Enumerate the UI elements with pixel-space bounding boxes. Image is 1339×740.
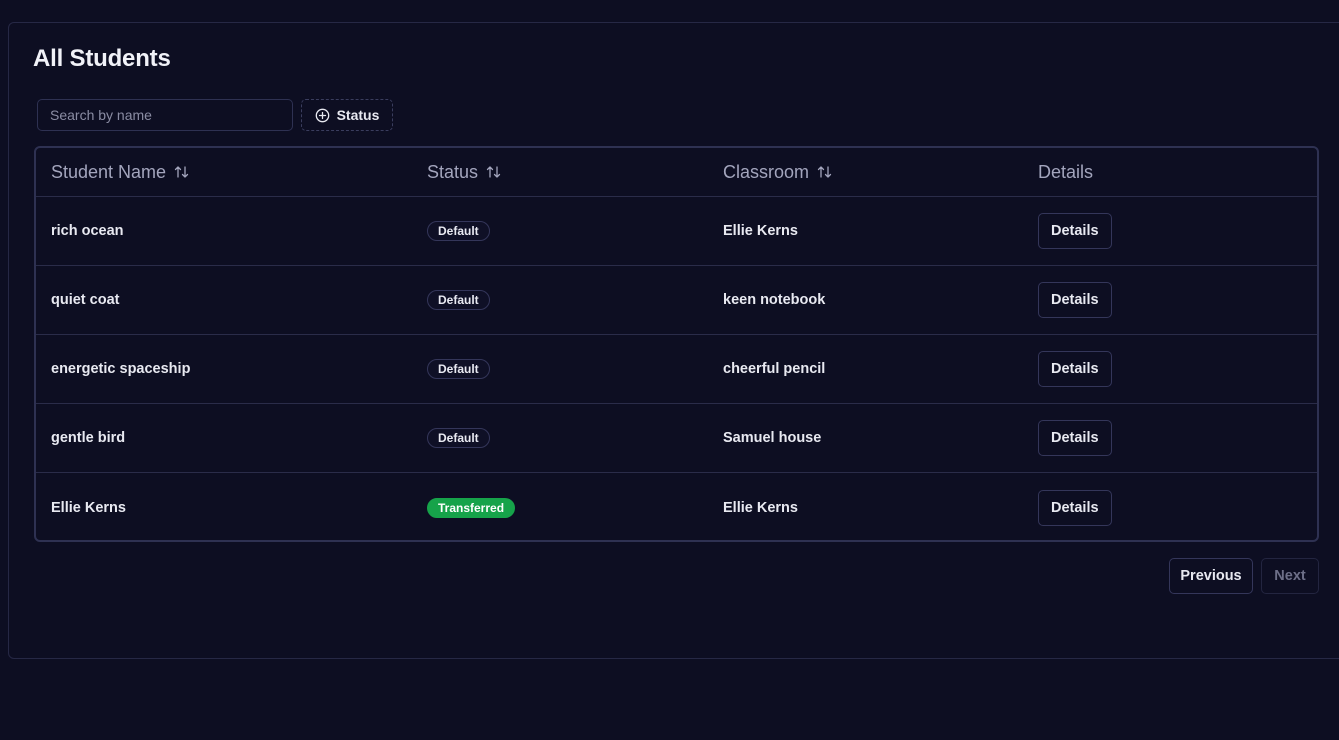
page-title: All Students: [33, 45, 171, 72]
details-cell: Details: [1038, 473, 1112, 540]
student-name-cell: rich ocean: [51, 223, 124, 239]
students-table: Student Name Status Classroom Details ri…: [34, 146, 1319, 542]
classroom-cell: Ellie Kerns: [723, 223, 798, 239]
status-cell: Default: [427, 266, 490, 334]
student-name-cell: gentle bird: [51, 430, 126, 446]
details-button[interactable]: Details: [1038, 351, 1112, 387]
status-badge: Default: [427, 359, 490, 379]
status-badge: Default: [427, 290, 490, 310]
column-header-student-name[interactable]: Student Name: [51, 148, 189, 196]
details-button[interactable]: Details: [1038, 213, 1112, 249]
table-header: Student Name Status Classroom Details: [36, 148, 1317, 197]
column-header-status[interactable]: Status: [427, 148, 501, 196]
next-button[interactable]: Next: [1261, 558, 1319, 594]
status-cell: Default: [427, 197, 490, 265]
details-cell: Details: [1038, 197, 1112, 265]
details-button[interactable]: Details: [1038, 282, 1112, 318]
status-cell: Default: [427, 404, 490, 472]
status-cell: Transferred: [427, 473, 516, 540]
details-button[interactable]: Details: [1038, 489, 1112, 526]
details-cell: Details: [1038, 335, 1112, 403]
table-row: Ellie Kerns Transferred Ellie Kerns Deta…: [36, 473, 1317, 540]
previous-button[interactable]: Previous: [1169, 558, 1253, 594]
table-row: quiet coat Default keen notebook Details: [36, 266, 1317, 335]
classroom-cell: cheerful pencil: [723, 361, 826, 377]
student-name-cell: quiet coat: [51, 292, 120, 308]
status-badge: Transferred: [427, 497, 516, 518]
plus-circle-icon: [315, 108, 330, 123]
students-card: All Students Status Student Name: [8, 22, 1339, 659]
table-row: rich ocean Default Ellie Kerns Details: [36, 197, 1317, 266]
details-cell: Details: [1038, 266, 1112, 334]
sort-icon: [817, 165, 832, 179]
student-name-cell: energetic spaceship: [51, 361, 191, 377]
status-filter-button[interactable]: Status: [301, 99, 393, 131]
status-badge: Default: [427, 221, 490, 241]
status-badge: Default: [427, 428, 490, 448]
status-cell: Default: [427, 335, 490, 403]
table-row: energetic spaceship Default cheerful pen…: [36, 335, 1317, 404]
classroom-cell: keen notebook: [723, 292, 826, 308]
sort-icon: [486, 165, 501, 179]
table-row: gentle bird Default Samuel house Details: [36, 404, 1317, 473]
classroom-cell: Ellie Kerns: [723, 499, 798, 516]
search-input[interactable]: [37, 99, 293, 131]
details-button[interactable]: Details: [1038, 420, 1112, 456]
student-name-cell: Ellie Kerns: [51, 499, 126, 516]
column-header-details: Details: [1038, 161, 1094, 182]
sort-icon: [174, 165, 189, 179]
column-header-classroom[interactable]: Classroom: [723, 148, 832, 196]
status-filter-label: Status: [336, 107, 380, 123]
classroom-cell: Samuel house: [723, 430, 822, 446]
details-cell: Details: [1038, 404, 1112, 472]
